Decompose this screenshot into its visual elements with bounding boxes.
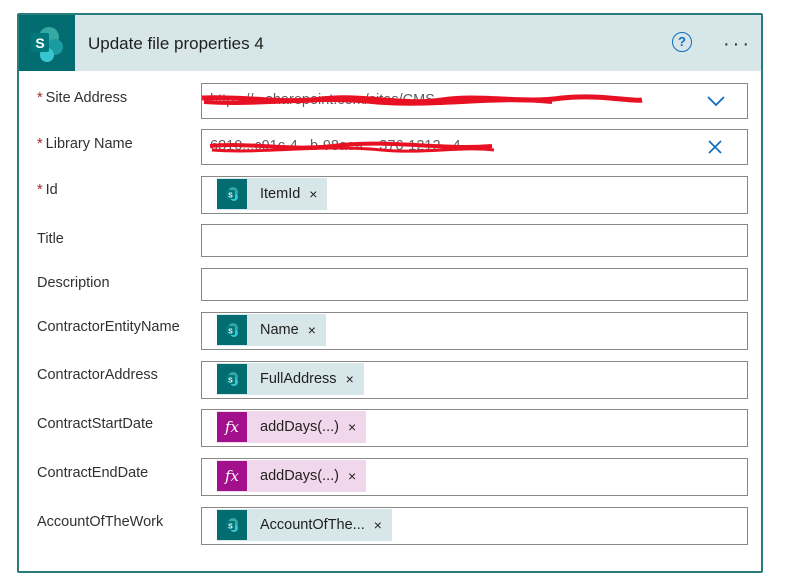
contractor-entity-name-field[interactable]: S Name × — [201, 312, 748, 350]
expression-fx-icon: fx — [217, 461, 247, 491]
contract-start-date-field[interactable]: fx addDays(...) × — [201, 409, 748, 447]
label-id: * Id — [37, 182, 58, 198]
token-fulladdress[interactable]: S FullAddress × — [217, 363, 364, 395]
required-mark: * — [37, 90, 43, 106]
svg-text:S: S — [228, 193, 233, 200]
redaction-scribble — [202, 94, 643, 106]
svg-text:S: S — [228, 329, 233, 336]
label-contract-end-date: ContractEndDate — [37, 465, 149, 481]
label-contractor-entity-name: ContractorEntityName — [37, 319, 180, 335]
title-field[interactable] — [201, 224, 748, 257]
help-icon[interactable]: ? — [672, 32, 692, 52]
svg-text:S: S — [228, 524, 233, 531]
token-label: ItemId — [260, 186, 301, 202]
token-remove-button[interactable]: × — [348, 468, 356, 484]
library-name-field[interactable]: 6810...c91c-4...b-98ae-c...376-1212...4 — [201, 129, 748, 165]
site-address-dropdown[interactable]: https://...sharepoint.com/sites/CMS — [201, 83, 748, 119]
label-contractor-address: ContractorAddress — [37, 367, 158, 383]
contractor-address-field[interactable]: S FullAddress × — [201, 361, 748, 399]
token-remove-button[interactable]: × — [309, 186, 317, 202]
svg-text:S: S — [228, 378, 233, 385]
token-remove-button[interactable]: × — [374, 517, 382, 533]
token-label: addDays(...) — [260, 419, 339, 435]
label-contract-start-date: ContractStartDate — [37, 416, 154, 432]
token-accountofthework[interactable]: S AccountOfThe... × — [217, 509, 392, 541]
id-field[interactable]: S ItemId × — [201, 176, 748, 214]
token-adddays[interactable]: fx addDays(...) × — [217, 460, 367, 492]
sharepoint-token-icon: S — [217, 315, 247, 345]
label-account-of-the-work: AccountOfTheWork — [37, 514, 164, 530]
label-title: Title — [37, 231, 64, 247]
required-mark: * — [37, 136, 43, 152]
token-label: FullAddress — [260, 371, 337, 387]
sharepoint-logo-icon: S — [19, 15, 75, 71]
token-label: Name — [260, 322, 299, 338]
action-header[interactable]: S Update file properties 4 ? ··· — [19, 15, 761, 71]
account-of-the-work-field[interactable]: S AccountOfThe... × — [201, 507, 748, 545]
token-adddays[interactable]: fx addDays(...) × — [217, 411, 367, 443]
label-site-address: * Site Address — [37, 90, 128, 106]
action-card: S Update file properties 4 ? ··· * Site A… — [17, 13, 763, 573]
redaction-scribble — [209, 141, 495, 153]
expression-fx-icon: fx — [217, 412, 247, 442]
required-mark: * — [37, 182, 43, 198]
sharepoint-token-icon: S — [217, 510, 247, 540]
token-itemid[interactable]: S ItemId × — [217, 178, 328, 210]
svg-text:S: S — [35, 35, 44, 51]
label-description: Description — [37, 275, 110, 291]
action-title: Update file properties 4 — [88, 34, 264, 53]
sharepoint-token-icon: S — [217, 364, 247, 394]
more-options-icon[interactable]: ··· — [723, 33, 752, 56]
token-remove-button[interactable]: × — [346, 371, 354, 387]
token-remove-button[interactable]: × — [348, 419, 356, 435]
clear-icon[interactable] — [707, 139, 723, 155]
sharepoint-token-icon: S — [217, 179, 247, 209]
token-name[interactable]: S Name × — [217, 314, 326, 346]
label-library-name: * Library Name — [37, 136, 133, 152]
description-field[interactable] — [201, 268, 748, 301]
token-remove-button[interactable]: × — [308, 322, 316, 338]
chevron-down-icon[interactable] — [707, 95, 725, 107]
token-label: addDays(...) — [260, 468, 339, 484]
contract-end-date-field[interactable]: fx addDays(...) × — [201, 458, 748, 496]
token-label: AccountOfThe... — [260, 517, 365, 533]
